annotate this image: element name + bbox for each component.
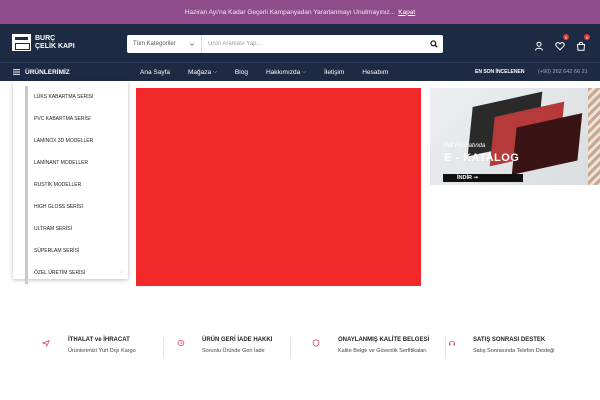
feature-subtitle: Sorunlu Üründe Geri İade — [202, 348, 265, 354]
search-icon — [430, 40, 438, 48]
feature-strip: İTHALAT ve İHRACAT Ürünlerimizi Yurt Dış… — [0, 335, 600, 359]
site-header: BURÇ ÇELİK KAPI Tüm Kategoriler 0 0 — [0, 24, 600, 62]
nav-link-shop[interactable]: Mağaza ⌵ — [188, 69, 217, 76]
category-item[interactable]: ULTRAM SERİSİ — [25, 218, 125, 240]
logo-mark-icon — [12, 34, 31, 51]
nav-link-account[interactable]: Hesabım — [362, 69, 388, 76]
logo-line1: BURÇ — [35, 34, 56, 42]
catalog-subtitle: Pdf Formatında — [444, 143, 486, 149]
feature-item: İTHALAT ve İHRACAT Ürünlerimizi Yurt Dış… — [42, 335, 172, 359]
header-icons: 0 0 — [534, 34, 590, 51]
nav-link-blog[interactable]: Blog — [235, 69, 248, 76]
feature-item: ÜRÜN GERİ İADE HAKKI Sorunlu Üründe Geri… — [177, 335, 297, 359]
search-input[interactable] — [202, 35, 425, 53]
category-item[interactable]: LAMİNANT MODELLER — [25, 152, 125, 174]
category-item[interactable]: SÜPERLAM SERİSİ — [25, 240, 125, 262]
search-category-select[interactable]: Tüm Kategoriler — [127, 35, 202, 53]
catalog-title: E - KATALOG — [444, 152, 520, 164]
feature-subtitle: Satış Sonrasında Telefon Desteği — [473, 348, 555, 354]
announcement-close-link[interactable]: Kapat — [398, 9, 415, 16]
user-icon — [535, 41, 543, 51]
nav-link-home[interactable]: Ana Sayfa — [140, 69, 170, 76]
return-icon — [177, 339, 185, 347]
announcement-bar: Haziran Ayı'na Kadar Geçerli Kampanyadan… — [0, 0, 600, 24]
nav-links: Ana Sayfa Mağaza ⌵ Blog Hakkımızda ⌵ İleti… — [140, 63, 388, 81]
feature-title: SATIŞ SONRASI DESTEK — [473, 337, 546, 343]
nav-link-about[interactable]: Hakkımızda ⌵ — [266, 69, 306, 76]
category-list: LÜKS KABARTMA SERİSİ PVC KABARTMA SERİSİ… — [13, 81, 128, 284]
main-nav: ÜRÜNLERİMİZ Ana Sayfa Mağaza ⌵ Blog Hakkı… — [0, 62, 600, 81]
feature-title: ÜRÜN GERİ İADE HAKKI — [202, 337, 273, 343]
feature-title: ONAYLANMIŞ KALİTE BELGESİ — [338, 337, 430, 343]
chevron-right-icon: › — [120, 270, 122, 276]
chevron-down-icon: ⌵ — [213, 69, 217, 75]
feature-divider — [445, 337, 446, 357]
feature-divider — [290, 337, 291, 357]
categories-menu-label: ÜRÜNLERİMİZ — [25, 68, 70, 76]
feature-divider — [163, 337, 164, 357]
search-category-label: Tüm Kategoriler — [133, 41, 176, 47]
feature-title: İTHALAT ve İHRACAT — [68, 337, 130, 343]
site-logo[interactable]: BURÇ ÇELİK KAPI — [12, 34, 75, 51]
chevron-down-icon: ⌵ — [302, 69, 307, 75]
menu-icon — [13, 69, 20, 75]
catalog-download-button[interactable]: İNDİR ➞ — [443, 174, 523, 182]
logo-line2: ÇELİK KAPI — [35, 42, 75, 50]
search-bar: Tüm Kategoriler — [127, 35, 443, 53]
cart-button[interactable]: 0 — [576, 34, 590, 51]
categories-menu-button[interactable]: ÜRÜNLERİMİZ — [0, 63, 128, 81]
bag-icon — [576, 41, 586, 51]
feature-subtitle: Ürünlerimizi Yurt Dışı Kargo — [68, 348, 136, 354]
category-item[interactable]: HIGH GLOSS SERİSİ — [25, 196, 125, 218]
category-item[interactable]: PVC KABARTMA SERİSİ — [25, 108, 125, 130]
cart-count-badge: 0 — [584, 34, 590, 40]
category-item[interactable]: LÜKS KABARTMA SERİSİ — [25, 86, 125, 108]
recently-viewed-link[interactable]: EN SON İNCELENEN — [475, 63, 524, 81]
category-item[interactable]: RUSTİK MODELLER — [25, 174, 125, 196]
catalog-banner[interactable]: Pdf Formatında E - KATALOG İNDİR ➞ — [430, 88, 600, 185]
phone-number[interactable]: (+90) 262 642 66 21 — [538, 63, 588, 81]
category-item[interactable]: ÖZEL ÜRETİM SERİSİ › — [25, 262, 125, 284]
announcement-text: Haziran Ayı'na Kadar Geçerli Kampanyadan… — [184, 8, 396, 16]
nav-link-contact[interactable]: İletişim — [324, 69, 344, 76]
decorative-stripes — [588, 88, 600, 185]
account-button[interactable] — [534, 38, 544, 51]
feature-subtitle: Kalite Belge ve Güvenlik Serfitikaları — [338, 348, 427, 354]
chevron-down-icon — [189, 43, 195, 46]
heart-icon — [555, 42, 565, 51]
hero-slider[interactable] — [136, 88, 421, 286]
category-item[interactable]: LAMINOX 3D MODELLER — [25, 130, 125, 152]
feature-item: SATIŞ SONRASI DESTEK Satış Sonrasında Te… — [448, 335, 598, 359]
support-icon — [449, 341, 455, 346]
plane-icon — [42, 339, 50, 347]
certificate-icon — [312, 339, 320, 347]
wishlist-button[interactable]: 0 — [555, 34, 569, 51]
feature-item: ONAYLANMIŞ KALİTE BELGESİ Kalite Belge v… — [312, 335, 452, 359]
search-button[interactable] — [425, 35, 443, 53]
wishlist-count-badge: 0 — [563, 34, 569, 40]
